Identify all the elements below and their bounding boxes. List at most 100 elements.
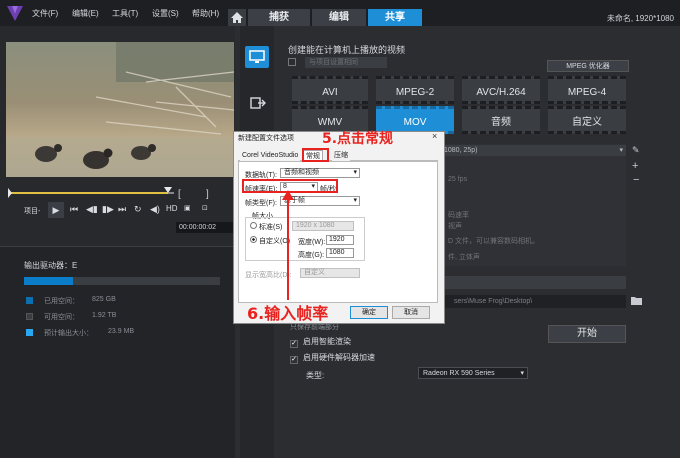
- profile-description: [440, 144, 626, 266]
- annotation-step5: 5.点击常规: [322, 131, 394, 147]
- prev-frame-icon[interactable]: ◀▮: [86, 204, 98, 215]
- height-label: 高度(G):: [298, 252, 325, 259]
- tab-capture[interactable]: 捕获: [248, 9, 310, 26]
- standard-size-radio[interactable]: [250, 222, 257, 229]
- hd-toggle[interactable]: HD: [166, 204, 178, 213]
- track-select-value: 音频和视频: [284, 169, 319, 176]
- computer-category-icon[interactable]: [245, 46, 269, 68]
- go-end-icon[interactable]: ⏭: [118, 204, 126, 215]
- desc-line: 25 fps: [448, 176, 468, 183]
- used-space-label: 已用空间：: [44, 298, 79, 305]
- play-icon[interactable]: ▶: [48, 202, 64, 218]
- width-input[interactable]: 1920: [326, 235, 354, 245]
- mpeg-optimizer-button[interactable]: MPEG 优化器: [547, 60, 629, 72]
- format-custom[interactable]: 自定义: [548, 106, 626, 134]
- desc-line: 视声: [448, 223, 462, 230]
- free-space-label: 可用空间：: [44, 314, 79, 321]
- estimated-size-label: 预计输出大小：: [44, 330, 93, 337]
- video-preview: [6, 42, 234, 177]
- aspect-ratio-select: 自定义: [300, 268, 360, 278]
- dialog-title: 新建配置文件选项: [238, 135, 294, 142]
- format-mpeg4[interactable]: MPEG-4: [548, 76, 626, 104]
- width-label: 宽度(W):: [298, 239, 326, 246]
- drive-usage-fill: [24, 277, 73, 285]
- project-name: 未命名, 1920*1080: [606, 14, 674, 23]
- smart-render-label: 启用智能渲染: [303, 337, 351, 346]
- track-select[interactable]: 音频和视频 ▾: [280, 168, 360, 178]
- used-space-value: 825 GB: [92, 296, 116, 303]
- remove-icon[interactable]: −: [633, 174, 639, 186]
- svg-text:]: ]: [206, 189, 209, 200]
- standard-size-select: 1920 x 1080: [292, 221, 354, 231]
- menu-settings[interactable]: 设置(S): [152, 8, 179, 19]
- hw-decode-label: 启用硬件解码器加速: [303, 353, 375, 362]
- chevron-down-icon: ▾: [353, 197, 357, 204]
- home-icon: [231, 12, 243, 23]
- tab-edit[interactable]: 编辑: [312, 9, 366, 26]
- svg-text:[: [: [178, 189, 181, 200]
- timeline-scrubber[interactable]: [ ]: [6, 186, 234, 200]
- menu-edit[interactable]: 编辑(E): [72, 8, 99, 19]
- tab-compression[interactable]: 压缩: [332, 150, 350, 161]
- crop-icon[interactable]: ⊡: [202, 204, 208, 212]
- project-mode-label[interactable]: 项目-: [24, 206, 40, 216]
- tab-share[interactable]: 共享: [368, 9, 422, 26]
- ok-button[interactable]: 确定: [350, 306, 388, 319]
- device-export-icon[interactable]: [248, 94, 268, 112]
- next-frame-icon[interactable]: ▮▶: [102, 204, 114, 215]
- custom-size-radio[interactable]: [250, 236, 257, 243]
- format-mpeg2[interactable]: MPEG-2: [376, 76, 454, 104]
- chevron-down-icon: ▾: [353, 169, 357, 176]
- start-button[interactable]: 开始: [548, 325, 626, 343]
- estimated-size-swatch: [26, 329, 33, 336]
- go-start-icon[interactable]: ⏮: [70, 204, 78, 215]
- estimated-size-value: 23.9 MB: [108, 328, 135, 335]
- menu-tools[interactable]: 工具(T): [112, 8, 138, 19]
- chevron-down-icon: ▾: [520, 370, 524, 377]
- tab-corel-videostudio[interactable]: Corel VideoStudio: [240, 150, 301, 161]
- cancel-button[interactable]: 取消: [392, 306, 430, 319]
- close-icon[interactable]: ×: [432, 131, 437, 141]
- free-space-value: 1.92 TB: [92, 312, 117, 319]
- checkbox-checked-icon[interactable]: ✓: [290, 356, 298, 364]
- height-input[interactable]: 1080: [326, 248, 354, 258]
- timecode-display[interactable]: 00:00:00:02: [176, 222, 234, 233]
- same-as-project-checkbox[interactable]: [288, 58, 296, 66]
- menu-file[interactable]: 文件(F): [32, 8, 58, 19]
- standard-size-label: 标准(S): [259, 224, 283, 231]
- volume-icon[interactable]: ◀): [150, 204, 160, 215]
- filename-field[interactable]: [440, 276, 626, 289]
- output-drive-label: 输出驱动器：E: [24, 261, 78, 270]
- desc-line: 码速率: [448, 212, 469, 219]
- folder-icon[interactable]: [631, 296, 642, 305]
- annotation-highlight-general-tab: [302, 148, 329, 162]
- playback-controls: 项目- ▶ ⏮ ◀▮ ▮▶ ⏭ ↻ ◀) HD ▣ ⊡: [6, 202, 234, 220]
- format-avc-h264[interactable]: AVC/H.264: [462, 76, 540, 104]
- annotation-arrow-icon: [282, 190, 294, 300]
- add-icon[interactable]: +: [632, 160, 638, 172]
- hw-decode-option[interactable]: ✓ 启用硬件解码器加速: [290, 352, 375, 364]
- menu-help[interactable]: 帮助(H): [192, 8, 219, 19]
- home-tab[interactable]: [228, 9, 246, 26]
- smart-render-option[interactable]: ✓ 启用智能渲染: [290, 336, 351, 348]
- profile-select[interactable]: 1080, 25p) ▾: [440, 145, 626, 156]
- chevron-down-icon: ▾: [619, 147, 623, 154]
- format-avi[interactable]: AVI: [292, 76, 368, 104]
- same-as-project-select[interactable]: 与项目设置相同: [305, 57, 387, 68]
- gpu-select[interactable]: Radeon RX 590 Series ▾: [418, 367, 528, 379]
- gpu-select-value: Radeon RX 590 Series: [423, 370, 495, 377]
- desc-line: 件, 立体声: [448, 254, 480, 261]
- checkbox-checked-icon[interactable]: ✓: [290, 340, 298, 348]
- file-location-field[interactable]: sers\Muse Frog\Desktop\: [440, 295, 626, 308]
- frame-type-label: 帧类型(F):: [245, 200, 277, 207]
- used-space-swatch: [26, 297, 33, 304]
- hw-type-label: 类型:: [306, 371, 325, 380]
- share-heading: 创建能在计算机上播放的视频: [288, 45, 406, 55]
- app-logo-icon: [7, 6, 23, 21]
- format-audio[interactable]: 音频: [462, 106, 540, 134]
- repeat-icon[interactable]: ↻: [134, 204, 142, 215]
- edit-pencil-icon[interactable]: ✎: [632, 145, 640, 156]
- free-space-swatch: [26, 313, 33, 320]
- snapshot-icon[interactable]: ▣: [184, 204, 191, 212]
- desc-line: D 文件，可以兼容数码相机。: [448, 238, 539, 245]
